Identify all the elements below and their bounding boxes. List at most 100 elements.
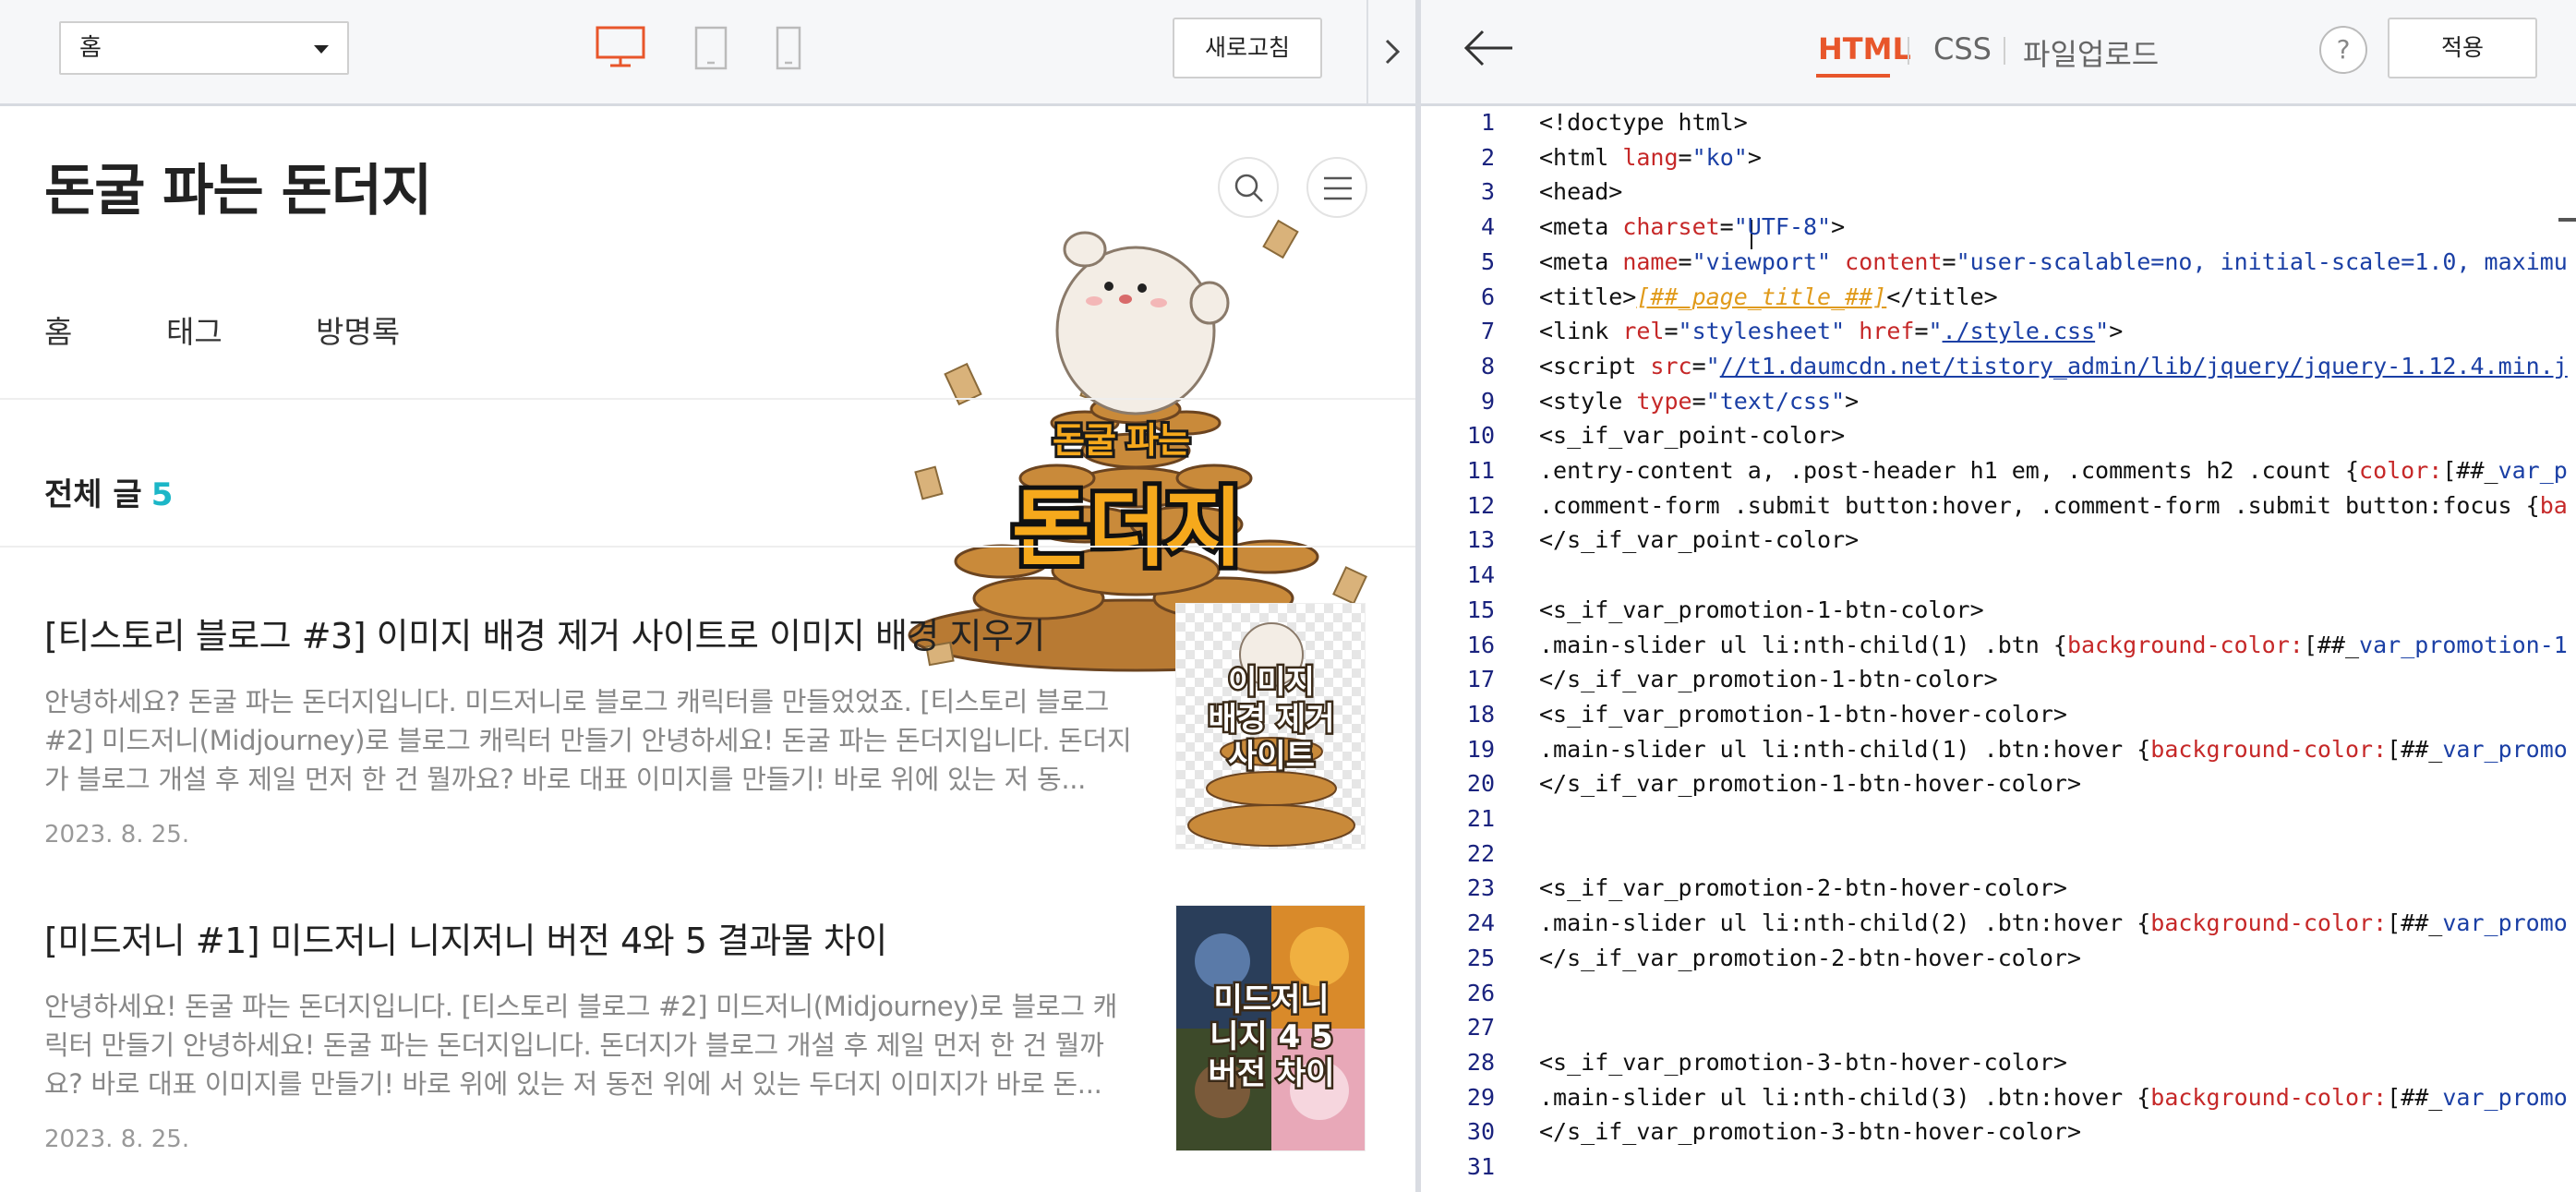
line-number: 3	[1480, 178, 1495, 206]
line-number: 23	[1466, 874, 1495, 902]
code-line[interactable]: <script src="//t1.daumcdn.net/tistory_ad…	[1539, 353, 2568, 379]
line-number: 16	[1466, 631, 1495, 658]
post-item[interactable]: [티스토리 블로그 #3] 이미지 배경 제거 사이트로 이미지 배경 지우기 …	[44, 608, 1134, 849]
code-line[interactable]: <meta charset="UTF-8">	[1539, 213, 1845, 240]
post-thumbnail[interactable]: 이미지 배경 제거 사이트	[1175, 603, 1366, 849]
line-number-gutter: 1 2 3 4 5 6 7 8 9 10 11 12 13 14 15 16 17 18 19 20 21 22 23 24 2…	[1421, 109, 1495, 1192]
post-date: 2023. 8. 25.	[44, 1126, 190, 1153]
line-number: 4	[1480, 213, 1495, 241]
editor-toolbar: HTML CSS 파일업로드 ? 적용	[1421, 0, 2576, 106]
line-number: 10	[1466, 422, 1495, 450]
page-select[interactable]: 홈	[59, 21, 349, 75]
post-title[interactable]: [티스토리 블로그 #3] 이미지 배경 제거 사이트로 이미지 배경 지우기	[44, 608, 1134, 658]
thumbnail-text-1: 미드저니	[1211, 980, 1331, 1021]
code-line[interactable]: <title>[##_page_title_##]</title>	[1539, 283, 1998, 310]
list-divider	[0, 546, 1415, 548]
mole-character	[1055, 231, 1230, 415]
nav-home[interactable]: 홈	[44, 307, 72, 352]
preview-pane: 홈 새로고침 돈굴 파는 돈더지 돈굴 파는 돈더지 홈 태그 방명록 전체 글…	[0, 0, 1415, 1192]
apply-button[interactable]: 적용	[2388, 18, 2537, 78]
line-number: 27	[1466, 1014, 1495, 1041]
collapse-preview-button[interactable]	[1366, 0, 1415, 103]
preview-toolbar: 홈 새로고침	[0, 0, 1415, 106]
code-line[interactable]: <!doctype html>	[1539, 109, 1748, 136]
desktop-icon[interactable]	[596, 26, 645, 68]
nav-guestbook[interactable]: 방명록	[316, 307, 400, 352]
code-line[interactable]: .main-slider ul li:nth-child(3) .btn:hov…	[1539, 1084, 2568, 1111]
line-number: 13	[1466, 526, 1495, 554]
code-line[interactable]: <head>	[1539, 178, 1622, 205]
arrow-left-icon[interactable]	[1461, 26, 1516, 70]
line-number: 26	[1466, 979, 1495, 1006]
help-icon[interactable]: ?	[2319, 26, 2367, 74]
tab-separator	[1908, 37, 1909, 65]
thumbnail-text-1: 이미지	[1226, 662, 1318, 704]
mascot-text-big: 돈더지	[1007, 475, 1247, 583]
line-number: 14	[1466, 561, 1495, 589]
code-line[interactable]: .main-slider ul li:nth-child(2) .btn:hov…	[1539, 909, 2568, 936]
code-line[interactable]: <s_if_var_promotion-1-btn-hover-color>	[1539, 701, 2067, 728]
total-posts-count: 5	[150, 476, 174, 513]
caret-down-icon	[314, 45, 329, 54]
code-line[interactable]: <s_if_var_promotion-2-btn-hover-color>	[1539, 874, 2067, 901]
code-line[interactable]: <s_if_var_point-color>	[1539, 422, 1845, 449]
line-number: 25	[1466, 944, 1495, 971]
post-item[interactable]: [미드저니 #1] 미드저니 니지저니 버전 4와 5 결과물 차이 안녕하세요…	[44, 912, 1134, 1153]
tab-css[interactable]: CSS	[1933, 31, 1992, 66]
tablet-icon[interactable]	[694, 26, 728, 70]
chevron-right-icon	[1385, 39, 1401, 65]
code-line[interactable]: <link rel="stylesheet" href="./style.css…	[1539, 318, 2123, 344]
line-number: 31	[1466, 1153, 1495, 1180]
editor-pane: HTML CSS 파일업로드 ? 적용 1 2 3 4 5 6 7 8 9 10 11 12 13 14 1…	[1421, 0, 2576, 1192]
post-date: 2023. 8. 25.	[44, 821, 190, 849]
line-number: 9	[1480, 387, 1495, 415]
code-line[interactable]: <s_if_var_promotion-1-btn-color>	[1539, 596, 1984, 623]
mobile-icon[interactable]	[776, 26, 801, 70]
scrollbar-thumb[interactable]	[2558, 218, 2576, 222]
active-tab-indicator	[1816, 74, 1890, 78]
code-line[interactable]: </s_if_var_point-color>	[1539, 526, 1859, 553]
code-line[interactable]: </s_if_var_promotion-3-btn-hover-color>	[1539, 1118, 2081, 1145]
thumbnail-text-3: 사이트	[1226, 736, 1318, 777]
post-excerpt: 안녕하세요? 돈굴 파는 돈더지입니다. 미드저니로 블로그 캐릭터를 만들었었…	[44, 686, 1132, 795]
total-posts-label: 전체 글	[44, 476, 142, 513]
blog-menu-button[interactable]	[1306, 157, 1367, 218]
refresh-button[interactable]: 새로고침	[1173, 18, 1322, 78]
code-line[interactable]: .comment-form .submit button:hover, .com…	[1539, 492, 2568, 519]
code-line[interactable]: <meta name="viewport" content="user-scal…	[1539, 248, 2568, 275]
line-number: 29	[1466, 1083, 1495, 1111]
blog-search-button[interactable]	[1218, 157, 1279, 218]
line-number: 15	[1466, 596, 1495, 623]
tab-separator	[2004, 37, 2005, 65]
code-line[interactable]: </s_if_var_promotion-1-btn-color>	[1539, 666, 1998, 692]
line-number: 5	[1480, 247, 1495, 275]
code-line[interactable]: .main-slider ul li:nth-child(1) .btn {ba…	[1539, 632, 2568, 658]
post-title[interactable]: [미드저니 #1] 미드저니 니지저니 버전 4와 5 결과물 차이	[44, 912, 1134, 963]
tab-html[interactable]: HTML	[1818, 31, 1911, 66]
blog-title[interactable]: 돈굴 파는 돈더지	[44, 146, 432, 226]
post-thumbnail[interactable]: 미드저니 니지 4 5 버전 차이	[1175, 905, 1366, 1151]
nav-tag[interactable]: 태그	[166, 307, 223, 352]
code-line[interactable]: .main-slider ul li:nth-child(1) .btn:hov…	[1539, 736, 2568, 763]
page-select-value: 홈	[79, 34, 102, 62]
line-number: 18	[1466, 700, 1495, 728]
line-number: 24	[1466, 909, 1495, 937]
code-line[interactable]: <s_if_var_promotion-3-btn-hover-color>	[1539, 1049, 2067, 1076]
tab-file-upload[interactable]: 파일업로드	[2023, 31, 2159, 74]
hamburger-icon	[1324, 176, 1352, 200]
code-editor[interactable]: 1 2 3 4 5 6 7 8 9 10 11 12 13 14 15 16 17 18 19 20 21 22 23 24 2…	[1421, 109, 2576, 1192]
code-line[interactable]: <html lang="ko">	[1539, 144, 1762, 171]
code-line[interactable]: .entry-content a, .post-header h1 em, .c…	[1539, 457, 2568, 484]
line-number: 19	[1466, 735, 1495, 763]
line-number: 7	[1480, 318, 1495, 345]
line-number: 6	[1480, 283, 1495, 310]
total-posts: 전체 글5	[44, 469, 173, 514]
code-line[interactable]: <style type="text/css">	[1539, 388, 1859, 415]
thumbnail-text-2: 니지 4 5	[1208, 1017, 1336, 1058]
post-excerpt: 안녕하세요! 돈굴 파는 돈더지입니다. [티스토리 블로그 #2] 미드저니(…	[44, 991, 1117, 1100]
code-line[interactable]: </s_if_var_promotion-2-btn-hover-color>	[1539, 945, 2081, 971]
code-line[interactable]: </s_if_var_promotion-1-btn-hover-color>	[1539, 770, 2081, 797]
line-number: 12	[1466, 491, 1495, 519]
line-number: 21	[1466, 805, 1495, 832]
line-number: 1	[1480, 109, 1495, 136]
